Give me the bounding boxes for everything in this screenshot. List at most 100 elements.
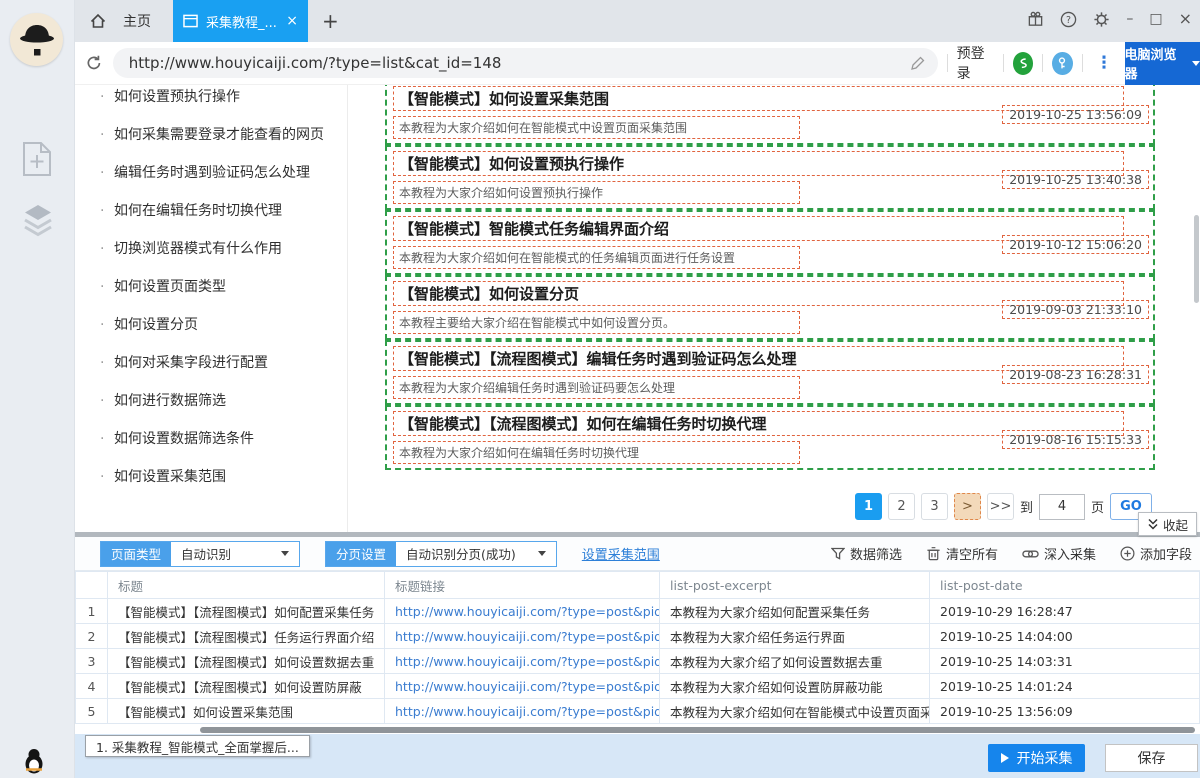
post-excerpt[interactable]: 本教程为大家介绍如何在编辑任务时切换代理	[393, 441, 800, 464]
qq-penguin-icon[interactable]	[23, 748, 45, 774]
tab-active[interactable]: 采集教程_... ×	[173, 0, 308, 42]
page-number-input[interactable]	[1039, 494, 1085, 520]
post-date[interactable]: 2019-10-12 15:06:20	[1002, 235, 1149, 254]
save-label: 保存	[1138, 748, 1166, 768]
clear-all-button[interactable]: 清空所有	[926, 544, 998, 563]
horizontal-scrollbar[interactable]	[200, 727, 1195, 733]
set-collect-range-link[interactable]: 设置采集范围	[582, 544, 660, 563]
collapse-label: 收起	[1163, 515, 1188, 534]
table-row[interactable]: 3 【智能模式】【流程图模式】如何设置数据去重 http://www.houyi…	[75, 649, 1200, 674]
page-button-2[interactable]: 2	[888, 493, 915, 520]
sidebar-link[interactable]: 如何在编辑任务时切换代理	[100, 201, 350, 222]
table-header-row: 标题 标题链接 list-post-excerpt list-post-date	[75, 571, 1200, 599]
browser-mode-button[interactable]: 电脑浏览器	[1125, 42, 1200, 85]
plus-circle-icon	[1120, 546, 1135, 561]
help-icon[interactable]: ?	[1060, 11, 1077, 28]
table-row[interactable]: 4 【智能模式】【流程图模式】如何设置防屏蔽 http://www.houyic…	[75, 674, 1200, 699]
next-page-button[interactable]: >	[954, 493, 981, 520]
post-excerpt[interactable]: 本教程主要给大家介绍在智能模式中如何设置分页。	[393, 311, 800, 334]
panel-toolbar: 页面类型 自动识别 分页设置 自动识别分页(成功) 设置采集范围	[75, 537, 1200, 571]
cell-link: http://www.houyicaiji.com/?type=post&pid…	[385, 699, 660, 723]
url-input[interactable]: http://www.houyicaiji.com/?type=list&cat…	[113, 48, 938, 78]
post-item[interactable]: 【智能模式】【流程图模式】如何在编辑任务时切换代理 本教程为大家介绍如何在编辑任…	[385, 405, 1155, 470]
task-list-layers-icon[interactable]	[21, 203, 55, 239]
sidebar-link[interactable]: 如何进行数据筛选	[100, 391, 350, 412]
tab-home[interactable]: 主页	[75, 0, 173, 42]
data-filter-button[interactable]: 数据筛选	[831, 544, 902, 563]
sidebar-link[interactable]: 如何设置数据筛选条件	[100, 429, 350, 450]
column-header-title[interactable]: 标题	[108, 572, 385, 598]
more-menu-icon[interactable]: ⋮	[1092, 53, 1117, 73]
anti-block-icon[interactable]	[1013, 52, 1033, 75]
column-header-excerpt[interactable]: list-post-excerpt	[660, 572, 930, 598]
page-button-1[interactable]: 1	[855, 493, 882, 520]
save-button[interactable]: 保存	[1105, 744, 1198, 772]
avatar[interactable]	[10, 13, 63, 66]
start-collect-label: 开始采集	[1017, 748, 1073, 768]
cell-link: http://www.houyicaiji.com/?type=post&pid…	[385, 674, 660, 698]
vertical-scrollbar[interactable]	[1194, 215, 1199, 303]
key-login-icon[interactable]	[1052, 52, 1072, 75]
start-collect-button[interactable]: 开始采集	[988, 744, 1085, 772]
sidebar-link[interactable]: 如何设置预执行操作	[100, 87, 350, 108]
new-tab-button[interactable]: +	[308, 0, 353, 42]
column-header-link[interactable]: 标题链接	[385, 572, 660, 598]
divider	[947, 54, 948, 72]
new-task-icon[interactable]	[21, 141, 55, 177]
post-excerpt[interactable]: 本教程为大家介绍如何设置预执行操作	[393, 181, 800, 204]
filter-funnel-icon	[831, 547, 845, 561]
page-type-select[interactable]: 页面类型 自动识别	[100, 541, 300, 567]
divider	[1003, 54, 1004, 72]
cell-date: 2019-10-25 13:56:09	[930, 699, 1200, 723]
prelogin-button[interactable]: 预登录	[957, 43, 994, 83]
page-button-3[interactable]: 3	[921, 493, 948, 520]
table-row[interactable]: 1 【智能模式】【流程图模式】如何配置采集任务 http://www.houyi…	[75, 599, 1200, 624]
sidebar-link[interactable]: 编辑任务时遇到验证码怎么处理	[100, 163, 350, 184]
maximize-button[interactable]: □	[1149, 12, 1162, 26]
post-item[interactable]: 【智能模式】智能模式任务编辑界面介绍 本教程为大家介绍如何在智能模式的任务编辑页…	[385, 210, 1155, 275]
page-type-value: 自动识别	[181, 544, 231, 563]
collapse-panel-button[interactable]: 收起	[1138, 512, 1197, 536]
post-date[interactable]: 2019-09-03 21:33:10	[1002, 300, 1149, 319]
minimize-button[interactable]: –	[1126, 12, 1133, 26]
post-date[interactable]: 2019-10-25 13:40:38	[1002, 170, 1149, 189]
post-item[interactable]: 【智能模式】如何设置采集范围 本教程为大家介绍如何在智能模式中设置页面采集范围 …	[385, 85, 1155, 145]
post-excerpt[interactable]: 本教程为大家介绍如何在智能模式的任务编辑页面进行任务设置	[393, 246, 800, 269]
edit-pencil-icon[interactable]	[910, 55, 926, 71]
task-tab[interactable]: 1. 采集教程_智能模式_全面掌握后...	[85, 735, 310, 757]
refresh-icon[interactable]	[85, 53, 103, 73]
tab-close-icon[interactable]: ×	[286, 14, 298, 28]
divider	[347, 85, 348, 532]
post-excerpt[interactable]: 本教程为大家介绍编辑任务时遇到验证码要怎么处理	[393, 376, 800, 399]
column-header-date[interactable]: list-post-date	[930, 572, 1200, 598]
table-row[interactable]: 5 【智能模式】如何设置采集范围 http://www.houyicaiji.c…	[75, 699, 1200, 724]
chevron-down-icon	[538, 551, 546, 556]
sidebar-link[interactable]: 如何采集需要登录才能查看的网页	[100, 125, 350, 146]
sidebar-link[interactable]: 切换浏览器模式有什么作用	[100, 239, 350, 260]
post-item[interactable]: 【智能模式】【流程图模式】编辑任务时遇到验证码怎么处理 本教程为大家介绍编辑任务…	[385, 340, 1155, 405]
browser-mode-label: 电脑浏览器	[1125, 44, 1187, 82]
app-window: 主页 采集教程_... × +	[0, 0, 1200, 778]
post-date[interactable]: 2019-10-25 13:56:09	[1002, 105, 1149, 124]
sidebar-link[interactable]: 如何设置页面类型	[100, 277, 350, 298]
table-row[interactable]: 2 【智能模式】【流程图模式】任务运行界面介绍 http://www.houyi…	[75, 624, 1200, 649]
cell-date: 2019-10-25 14:01:24	[930, 674, 1200, 698]
deep-collect-button[interactable]: 深入采集	[1022, 544, 1096, 563]
post-item[interactable]: 【智能模式】如何设置预执行操作 本教程为大家介绍如何设置预执行操作 2019-1…	[385, 145, 1155, 210]
cell-title: 【智能模式】【流程图模式】如何设置数据去重	[108, 649, 385, 673]
post-excerpt[interactable]: 本教程为大家介绍如何在智能模式中设置页面采集范围	[393, 116, 800, 139]
close-window-button[interactable]: ×	[1179, 11, 1192, 27]
add-field-button[interactable]: 添加字段	[1120, 544, 1192, 563]
divider	[1082, 54, 1083, 72]
last-page-button[interactable]: >>	[987, 493, 1014, 520]
post-date[interactable]: 2019-08-16 15:15:33	[1002, 430, 1149, 449]
sidebar-link[interactable]: 如何设置采集范围	[100, 467, 350, 488]
gift-icon[interactable]	[1027, 11, 1044, 28]
paging-select[interactable]: 分页设置 自动识别分页(成功)	[325, 541, 557, 567]
cell-title: 【智能模式】【流程图模式】任务运行界面介绍	[108, 624, 385, 648]
sidebar-link[interactable]: 如何对采集字段进行配置	[100, 353, 350, 374]
settings-gear-icon[interactable]	[1093, 11, 1110, 28]
post-item[interactable]: 【智能模式】如何设置分页 本教程主要给大家介绍在智能模式中如何设置分页。 201…	[385, 275, 1155, 340]
post-date[interactable]: 2019-08-23 16:28:31	[1002, 365, 1149, 384]
sidebar-link[interactable]: 如何设置分页	[100, 315, 350, 336]
